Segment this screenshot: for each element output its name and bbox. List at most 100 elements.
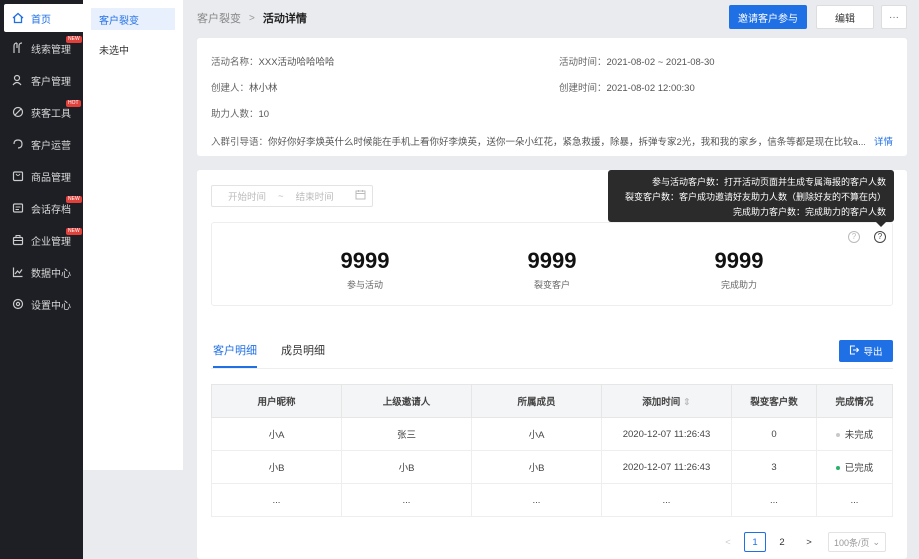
cell: 小A xyxy=(471,417,602,451)
nav-item-operation[interactable]: 客户运营 xyxy=(0,128,83,160)
prev-page-button[interactable]: < xyxy=(717,532,739,552)
cell: ... xyxy=(471,483,602,517)
start-time-input[interactable]: 开始时间 xyxy=(228,189,266,203)
export-button[interactable]: 导出 xyxy=(839,340,893,362)
activity-info-panel: 活动名称：XXX活动哈哈哈哈 活动时间：2021-08-02 ~ 2021-08… xyxy=(197,38,907,156)
tab-customer-detail[interactable]: 客户明细 xyxy=(213,342,257,368)
tab-member-detail[interactable]: 成员明细 xyxy=(281,342,325,368)
nav-item-tool[interactable]: 获客工具 HOT xyxy=(0,96,83,128)
helper-count: 助力人数：10 xyxy=(211,109,270,120)
nav-label: 企业管理 xyxy=(31,236,71,248)
cell: 小A xyxy=(211,417,342,451)
stats-card: 开始时间 ~ 结束时间 9999 参与活动 9999 裂变客户 9999 完成助… xyxy=(197,170,907,559)
col-header: 上级邀请人 xyxy=(341,384,472,418)
activity-time: 活动时间：2021-08-02 ~ 2021-08-30 xyxy=(559,57,715,68)
sort-icon[interactable]: ⇕ xyxy=(683,397,691,408)
next-page-button[interactable]: > xyxy=(798,532,820,552)
status-dot xyxy=(835,433,840,438)
cell: ... xyxy=(731,483,817,517)
nav-label: 线索管理 xyxy=(31,44,71,56)
detail-link[interactable]: 详情 xyxy=(874,134,893,148)
page-1-button[interactable]: 1 xyxy=(744,532,766,552)
stat-value: 9999 xyxy=(714,248,764,273)
nav-label: 商品管理 xyxy=(31,172,71,184)
date-separator: ~ xyxy=(278,190,284,202)
calendar-icon xyxy=(355,189,366,203)
page-header: 客户裂变 > 活动详情 邀请客户参与 编辑 ··· xyxy=(197,4,909,32)
home-icon xyxy=(12,12,24,24)
nav-label: 客户运营 xyxy=(31,140,71,152)
stat-value: 9999 xyxy=(340,248,390,273)
cell: ... xyxy=(341,483,472,517)
col-header: 完成情况 xyxy=(816,384,893,418)
nav-label: 数据中心 xyxy=(31,268,71,280)
tooltip-line: 裂变客户数：客户成功邀请好友助力人数（删除好友的不算在内） xyxy=(624,192,886,202)
nav-label: 会话存档 xyxy=(31,204,71,216)
activity-name: 活动名称：XXX活动哈哈哈哈 xyxy=(211,57,335,68)
nav-item-customer[interactable]: 客户管理 xyxy=(0,64,83,96)
tooltip-line: 参与活动客户数：打开活动页面并生成专属海报的客户人数 xyxy=(651,177,886,187)
nav-item-chat-archive[interactable]: 会话存档 NEW xyxy=(0,192,83,224)
nav-item-enterprise[interactable]: 企业管理 NEW xyxy=(0,224,83,256)
subnav-item-unselected[interactable]: 未选中 xyxy=(91,38,175,60)
enterprise-icon xyxy=(12,234,24,246)
stat-label: 完成助力 xyxy=(720,280,757,290)
customer-table: 用户昵称 上级邀请人 所属成员 添加时间 ⇕ 裂变客户数 完成情况 小A 张三 … xyxy=(211,384,893,517)
status-cell: 已完成 xyxy=(816,450,893,484)
customer-icon xyxy=(12,74,24,86)
stat-fission: 9999 裂变客户 xyxy=(492,249,612,291)
stats-panel: 9999 参与活动 9999 裂变客户 9999 完成助力 ? ? xyxy=(211,222,893,306)
sub-nav: 客户裂变 未选中 xyxy=(83,0,183,470)
page-title: 活动详情 xyxy=(262,13,307,25)
col-header: 裂变客户数 xyxy=(731,384,817,418)
page-size-select[interactable]: 100条/页 ⌄ xyxy=(828,532,886,552)
nav-label: 客户管理 xyxy=(31,76,71,88)
question-icon[interactable]: ? xyxy=(874,231,886,243)
chat-archive-icon xyxy=(12,202,24,214)
stat-label: 参与活动 xyxy=(346,280,383,290)
nav-item-clue[interactable]: 线索管理 NEW xyxy=(0,32,83,64)
stat-completed: 9999 完成助力 xyxy=(679,249,799,291)
nav-item-settings[interactable]: 设置中心 xyxy=(0,288,83,320)
stat-participants: 9999 参与活动 xyxy=(305,249,425,291)
date-range-picker[interactable]: 开始时间 ~ 结束时间 xyxy=(211,185,373,207)
stat-label: 裂变客户 xyxy=(533,280,570,290)
goods-icon xyxy=(12,170,24,182)
breadcrumb-separator: > xyxy=(249,12,255,24)
nav-label: 获客工具 xyxy=(31,108,71,120)
cell: ... xyxy=(211,483,342,517)
page-2-button[interactable]: 2 xyxy=(771,532,793,552)
col-header: 用户昵称 xyxy=(211,384,342,418)
cell: 小B xyxy=(471,450,602,484)
new-badge: NEW xyxy=(66,196,82,203)
cell: 2020-12-07 11:26:43 xyxy=(601,417,732,451)
settings-icon xyxy=(12,298,24,310)
help-tooltip: 参与活动客户数：打开活动页面并生成专属海报的客户人数 裂变客户数：客户成功邀请好… xyxy=(608,170,894,227)
col-header-sortable[interactable]: 添加时间 ⇕ xyxy=(601,384,732,418)
nav-item-goods[interactable]: 商品管理 xyxy=(0,160,83,192)
edit-button[interactable]: 编辑 xyxy=(816,5,874,29)
question-icon[interactable]: ? xyxy=(848,231,860,243)
chart-icon xyxy=(12,266,24,278)
invite-customer-button[interactable]: 邀请客户参与 xyxy=(729,5,807,29)
creator: 创建人：林小林 xyxy=(211,83,278,94)
status-cell: 未完成 xyxy=(816,417,893,451)
export-icon xyxy=(849,344,860,358)
table-header-row: 用户昵称 上级邀请人 所属成员 添加时间 ⇕ 裂变客户数 完成情况 xyxy=(211,384,893,418)
operation-icon xyxy=(12,138,24,150)
nav-item-data[interactable]: 数据中心 xyxy=(0,256,83,288)
group-guide-text: 入群引导语：你好你好李焕英什么时候能在手机上看你好李焕英，送你一朵小红花，紧急救… xyxy=(211,137,865,148)
new-badge: NEW xyxy=(66,228,82,235)
nav-item-home[interactable]: 首页 xyxy=(4,4,83,32)
chevron-down-icon: ⌄ xyxy=(872,536,881,547)
created-time: 创建时间：2021-08-02 12:00:30 xyxy=(559,83,695,94)
breadcrumb-parent[interactable]: 客户裂变 xyxy=(197,10,241,26)
end-time-input[interactable]: 结束时间 xyxy=(296,189,334,203)
cell: 张三 xyxy=(341,417,472,451)
more-button[interactable]: ··· xyxy=(881,5,907,29)
cell: 2020-12-07 11:26:43 xyxy=(601,450,732,484)
hot-badge: HOT xyxy=(66,100,81,107)
subnav-item-fission[interactable]: 客户裂变 xyxy=(91,8,175,30)
stat-value: 9999 xyxy=(527,248,577,273)
pagination: < 1 2 > 100条/页 ⌄ xyxy=(712,532,886,552)
